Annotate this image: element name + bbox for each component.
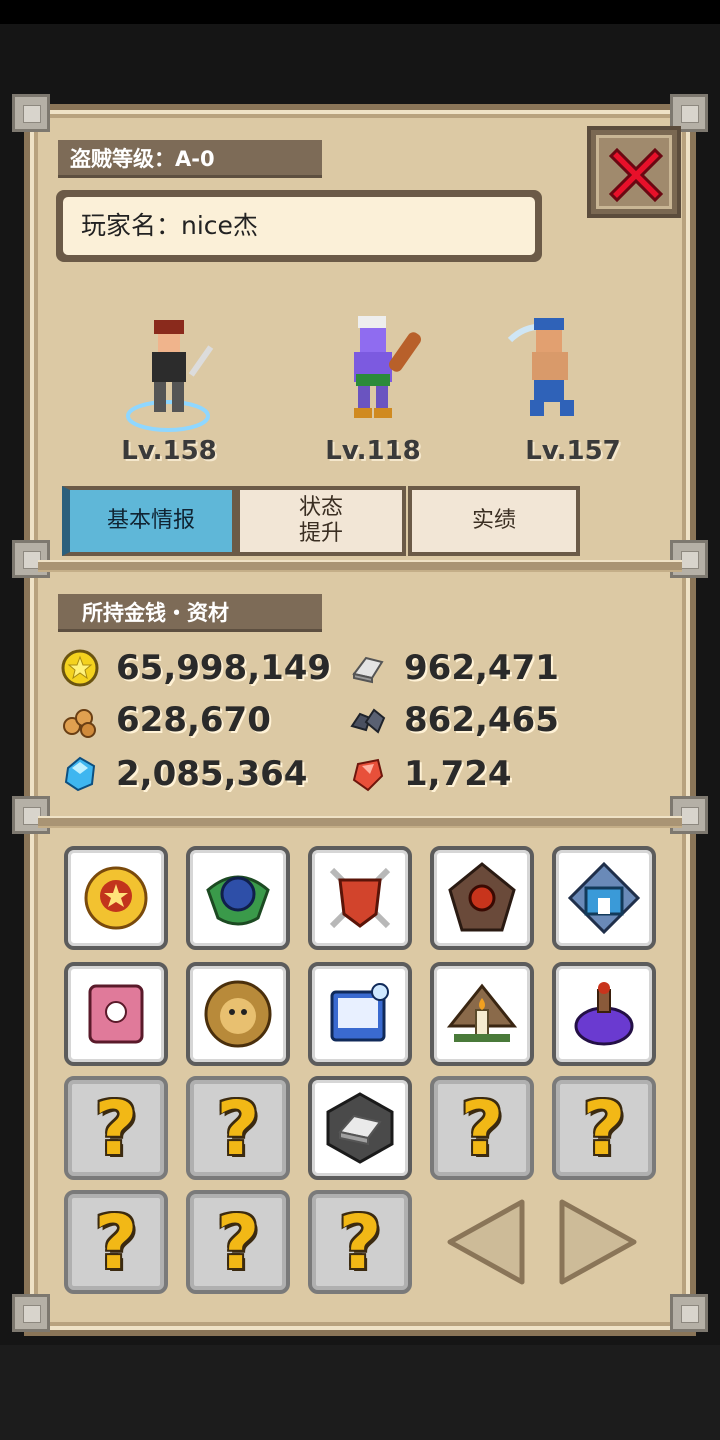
gold-amount: 65,998,149 (116, 648, 332, 688)
blue-castle-emblem-button[interactable] (552, 846, 656, 950)
panel-corner (12, 796, 50, 834)
bottom-bar (0, 1345, 720, 1440)
silver-amount: 962,471 (404, 648, 559, 688)
panel-corner (670, 1294, 708, 1332)
blue-crystal-icon (64, 756, 96, 792)
player-name: 玩家名：nice杰 (63, 197, 535, 255)
resource-silver: 962,471 (348, 646, 559, 690)
tab-basic-info[interactable]: 基本情报 (62, 486, 236, 556)
question-mark-icon: ? (94, 1200, 138, 1286)
prev-page-arrow-icon[interactable] (442, 1196, 528, 1288)
question-mark-icon: ? (338, 1200, 382, 1286)
purple-potion-icon (574, 982, 634, 1046)
close-icon (608, 147, 664, 203)
section-divider (38, 816, 682, 828)
question-mark-icon: ? (216, 1200, 260, 1286)
dark-gem-emblem-icon (448, 862, 516, 932)
blue-castle-emblem-icon (567, 861, 641, 935)
wood-logs-icon (63, 709, 96, 738)
green-orb-emblem-icon (206, 875, 270, 926)
hero-level: Lv.158 (121, 436, 217, 466)
tab-label: 状态 (298, 495, 343, 520)
section-divider (38, 560, 682, 572)
panel-corner (12, 1294, 50, 1332)
locked-slot[interactable]: ? (64, 1076, 168, 1180)
red-shield-swords-icon (329, 867, 391, 929)
hero-level: Lv.118 (325, 436, 421, 466)
thief-level-label: 盗贼等级：A-0 (58, 140, 322, 178)
hero-fighter[interactable] (500, 300, 640, 440)
locked-slot[interactable]: ? (430, 1076, 534, 1180)
question-mark-icon: ? (460, 1086, 504, 1172)
resource-wood: 628,670 (60, 698, 271, 742)
question-mark-icon: ? (582, 1086, 626, 1172)
hero-thief[interactable] (110, 300, 250, 440)
resource-ruby: 1,724 (348, 752, 512, 796)
pink-book-icon (88, 984, 144, 1044)
red-gem-icon (352, 758, 384, 792)
blue-book-button[interactable] (308, 962, 412, 1066)
lion-head-icon (204, 980, 272, 1048)
panel-corner (670, 796, 708, 834)
status-bar (0, 0, 720, 24)
question-mark-icon: ? (216, 1086, 260, 1172)
gold-medal-button[interactable] (64, 846, 168, 950)
resource-crystal: 2,085,364 (60, 752, 307, 796)
ruby-amount: 1,724 (404, 754, 512, 794)
silver-ingot-button[interactable] (308, 1076, 412, 1180)
ore-amount: 862,465 (404, 700, 559, 740)
dark-gem-emblem-button[interactable] (430, 846, 534, 950)
hero-level: Lv.157 (525, 436, 621, 466)
pink-book-button[interactable] (64, 962, 168, 1066)
green-orb-emblem-button[interactable] (186, 846, 290, 950)
locked-slot[interactable]: ? (186, 1076, 290, 1180)
tab-status-upgrade[interactable]: 状态 提升 (236, 486, 406, 556)
panel-corner (670, 540, 708, 578)
panel-corner (12, 540, 50, 578)
candle-shrine-button[interactable] (430, 962, 534, 1066)
resources-title: 所持金钱・资材 (58, 594, 322, 632)
resource-gold: 65,998,149 (60, 646, 331, 690)
hero-brute[interactable] (314, 300, 454, 440)
purple-potion-button[interactable] (552, 962, 656, 1066)
wood-amount: 628,670 (116, 700, 271, 740)
silver-ingot-icon (352, 656, 384, 684)
panel-corner (12, 94, 50, 132)
ore-rocks-icon (350, 708, 386, 734)
gold-medal-icon (84, 866, 148, 930)
next-page-arrow-icon[interactable] (556, 1196, 642, 1288)
tab-achievements[interactable]: 实绩 (408, 486, 580, 556)
resource-ore: 862,465 (348, 698, 559, 742)
question-mark-icon: ? (94, 1086, 138, 1172)
locked-slot[interactable]: ? (552, 1076, 656, 1180)
player-name-box: 玩家名：nice杰 (56, 190, 542, 262)
tab-label: 基本情报 (106, 508, 195, 533)
crystal-amount: 2,085,364 (116, 754, 308, 794)
gold-coin-icon (61, 649, 99, 687)
locked-slot[interactable]: ? (64, 1190, 168, 1294)
locked-slot[interactable]: ? (186, 1190, 290, 1294)
candle-shrine-icon (446, 983, 518, 1042)
blue-book-icon (330, 983, 389, 1042)
tab-label: 提升 (298, 521, 343, 546)
locked-slot[interactable]: ? (308, 1190, 412, 1294)
tab-label: 实绩 (471, 508, 516, 533)
red-shield-swords-button[interactable] (308, 846, 412, 950)
lion-head-button[interactable] (186, 962, 290, 1066)
close-button[interactable] (587, 126, 681, 218)
silver-ingot-icon (326, 1092, 394, 1164)
